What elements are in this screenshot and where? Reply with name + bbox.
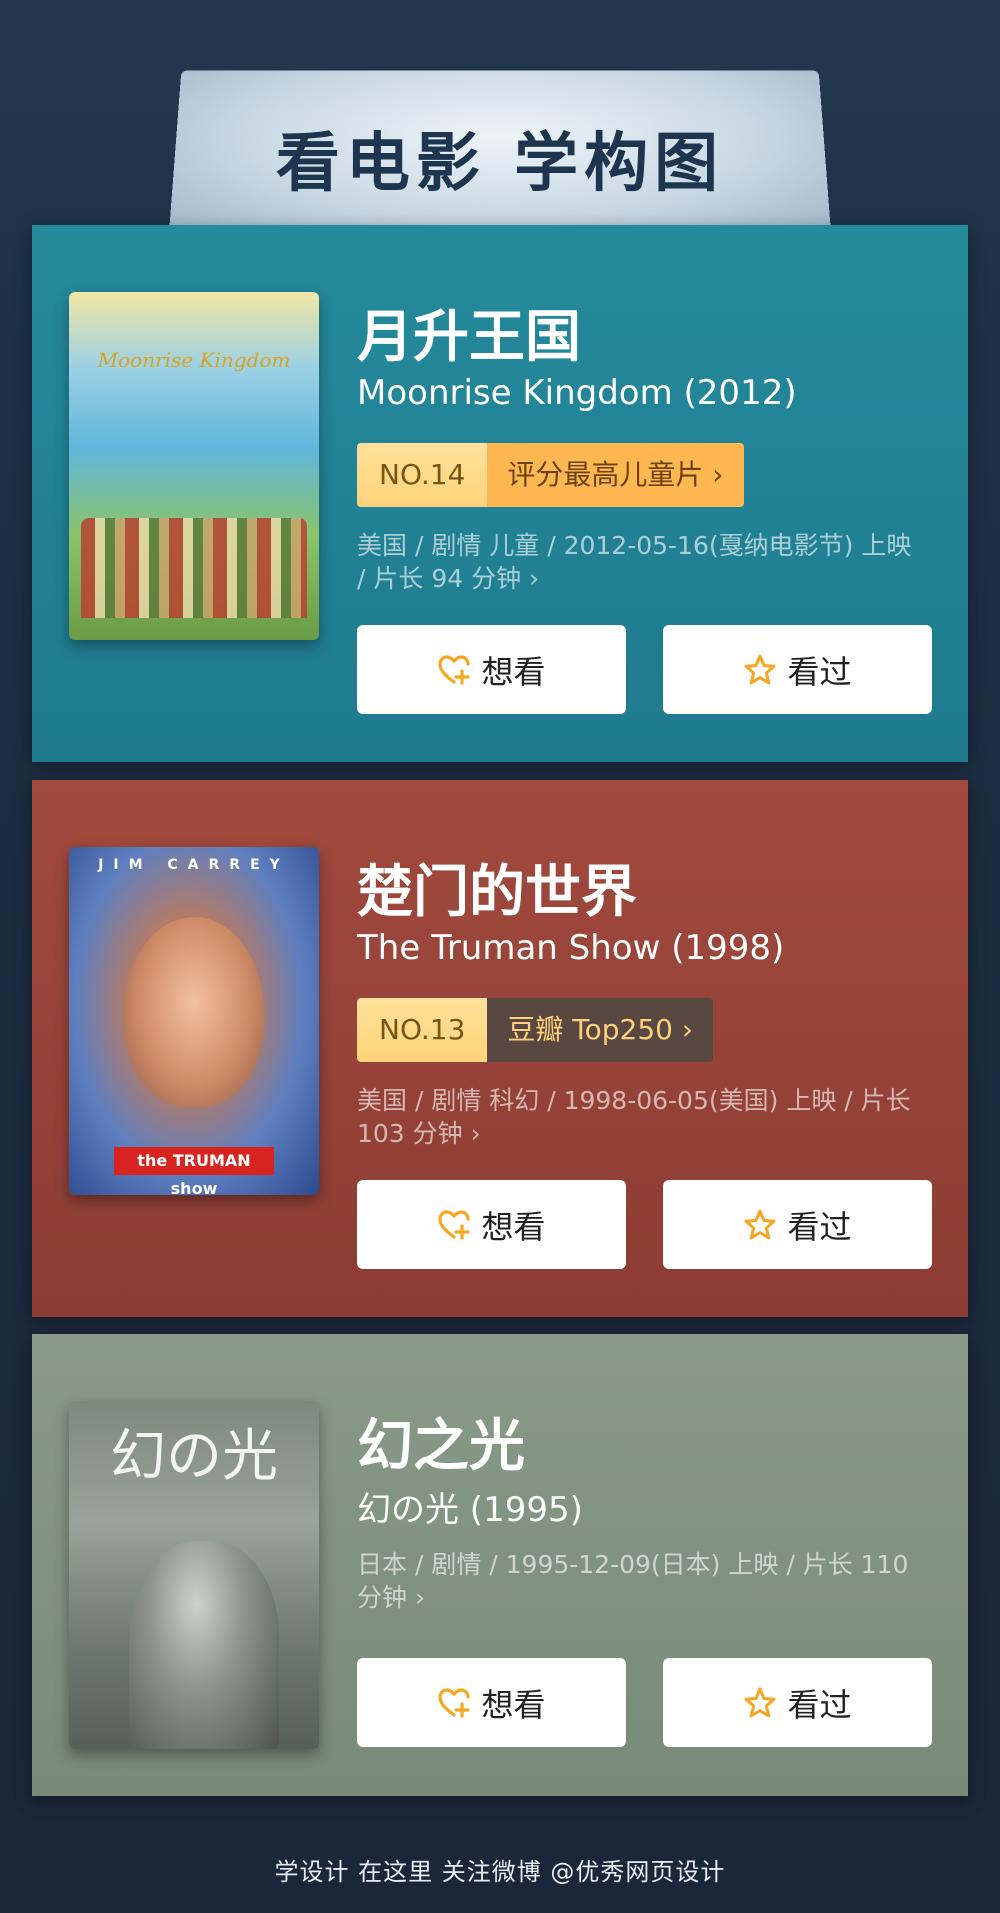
heart-plus-icon xyxy=(437,1208,471,1242)
seen-label: 看过 xyxy=(787,1680,851,1726)
ranking-label: 评分最高儿童片 › xyxy=(487,443,743,507)
want-label: 想看 xyxy=(481,1680,545,1726)
page-title: 看电影 学构图 xyxy=(0,112,1000,204)
movie-poster[interactable]: 幻の光 xyxy=(69,1401,319,1749)
star-outline-icon xyxy=(743,1686,777,1720)
star-outline-icon xyxy=(743,1208,777,1242)
watched-button[interactable]: 看过 xyxy=(663,1180,932,1269)
watched-button[interactable]: 看过 xyxy=(663,625,932,714)
movie-meta[interactable]: 日本 / 剧情 / 1995-12-09(日本) 上映 / 片长 110 分钟 … xyxy=(357,1548,917,1614)
ranking-badge[interactable]: NO.13 豆瓣 Top250 › xyxy=(357,998,713,1062)
movie-poster[interactable]: Moonrise Kingdom xyxy=(69,292,319,640)
movie-meta[interactable]: 美国 / 剧情 科幻 / 1998-06-05(美国) 上映 / 片长 103 … xyxy=(357,1084,917,1150)
ranking-number: NO.13 xyxy=(357,998,487,1062)
movie-title-chinese: 楚门的世界 xyxy=(357,847,637,928)
poster-face-mosaic xyxy=(124,917,264,1107)
want-to-watch-button[interactable]: 想看 xyxy=(357,1180,626,1269)
want-label: 想看 xyxy=(481,647,545,693)
ranking-label: 豆瓣 Top250 › xyxy=(487,998,713,1062)
poster-portrait xyxy=(129,1541,279,1749)
seen-label: 看过 xyxy=(787,647,851,693)
movie-card-maborosi[interactable]: 幻の光 幻之光 幻の光 (1995) 日本 / 剧情 / 1995-12-09(… xyxy=(32,1334,968,1796)
movie-meta[interactable]: 美国 / 剧情 儿童 / 2012-05-16(戛纳电影节) 上映 / 片长 9… xyxy=(357,529,917,595)
movie-title-original: 幻の光 (1995) xyxy=(357,1482,583,1531)
poster-illustration xyxy=(81,518,307,618)
seen-label: 看过 xyxy=(787,1202,851,1248)
poster-actor: JIM CARREY xyxy=(69,857,319,873)
want-label: 想看 xyxy=(481,1202,545,1248)
ranking-badge[interactable]: NO.14 评分最高儿童片 › xyxy=(357,443,744,507)
poster-logo: the TRUMAN show xyxy=(114,1147,274,1175)
poster-title: 幻の光 xyxy=(69,1411,319,1492)
footer-text: 学设计 在这里 关注微博 @优秀网页设计 xyxy=(0,1852,1000,1887)
movie-title-original: Moonrise Kingdom (2012) xyxy=(357,373,797,413)
movie-poster[interactable]: JIM CARREY the TRUMAN show xyxy=(69,847,319,1195)
star-outline-icon xyxy=(743,653,777,687)
movie-card-truman-show[interactable]: JIM CARREY the TRUMAN show 楚门的世界 The Tru… xyxy=(32,780,968,1317)
want-to-watch-button[interactable]: 想看 xyxy=(357,1658,626,1747)
poster-title: Moonrise Kingdom xyxy=(69,348,319,372)
ranking-number: NO.14 xyxy=(357,443,487,507)
heart-plus-icon xyxy=(437,653,471,687)
watched-button[interactable]: 看过 xyxy=(663,1658,932,1747)
heart-plus-icon xyxy=(437,1686,471,1720)
movie-card-moonrise-kingdom[interactable]: Moonrise Kingdom 月升王国 Moonrise Kingdom (… xyxy=(32,225,968,762)
movie-title-original: The Truman Show (1998) xyxy=(357,928,784,968)
want-to-watch-button[interactable]: 想看 xyxy=(357,625,626,714)
movie-title-chinese: 幻之光 xyxy=(357,1401,525,1482)
movie-title-chinese: 月升王国 xyxy=(357,292,581,373)
